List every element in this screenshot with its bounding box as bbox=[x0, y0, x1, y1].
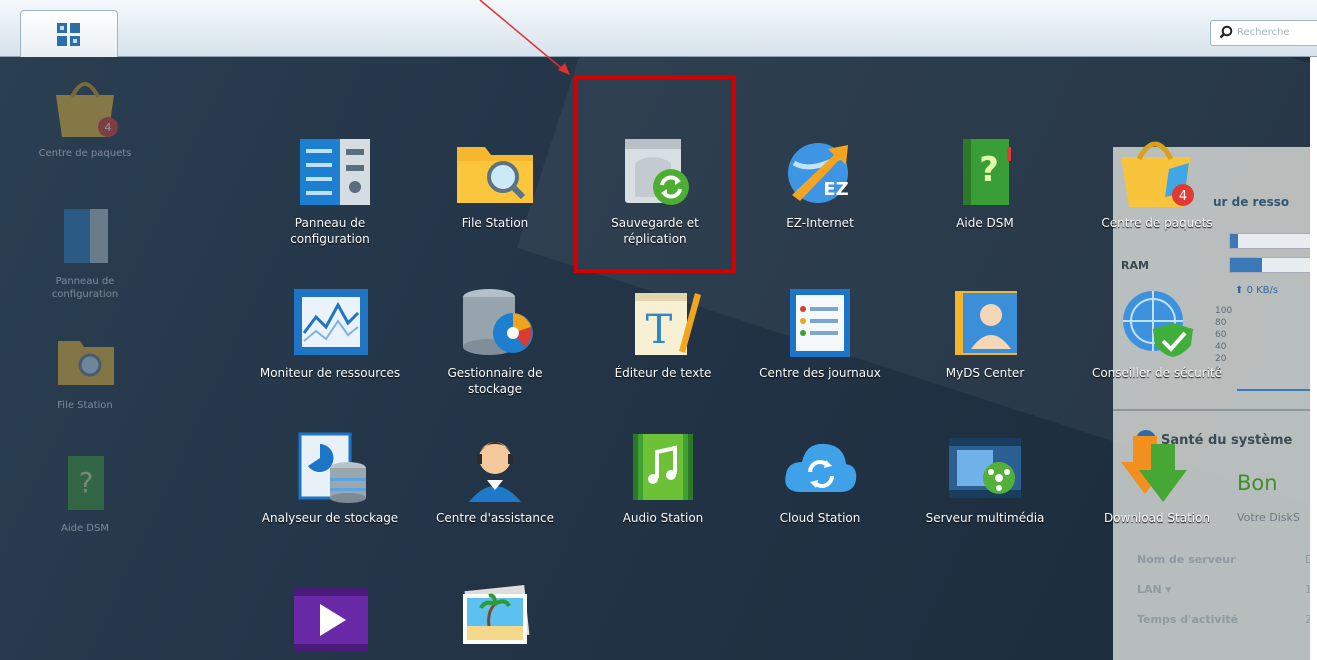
row-value: 1 bbox=[1305, 583, 1310, 596]
app-label: File Station bbox=[461, 216, 529, 230]
desktop-shortcut-label: Aide DSM bbox=[61, 523, 109, 534]
app-label: Download Station bbox=[1103, 511, 1211, 525]
dsm-help-icon: ? bbox=[68, 456, 104, 510]
file-station-icon bbox=[457, 147, 533, 203]
app-security-advisor[interactable]: Conseiller de sécurité bbox=[1082, 287, 1232, 381]
app-label: Aide DSM bbox=[956, 216, 1014, 230]
app-video-station[interactable] bbox=[255, 584, 405, 660]
app-label: Centre des journaux bbox=[759, 366, 881, 380]
svg-text:4: 4 bbox=[1179, 189, 1187, 204]
taskbar: Recherche bbox=[0, 0, 1317, 57]
app-cloud-station[interactable]: Cloud Station bbox=[745, 432, 895, 526]
app-label: Serveur multimédia bbox=[925, 511, 1045, 525]
app-audio-station[interactable]: Audio Station bbox=[588, 432, 738, 526]
desktop-shortcut-label: Panneau de configuration bbox=[51, 276, 119, 300]
cloud-station-icon bbox=[785, 443, 857, 492]
photo-station-icon bbox=[463, 585, 530, 644]
ez-internet-icon: EZ bbox=[788, 143, 849, 203]
app-storage-analyzer[interactable]: Analyseur de stockage bbox=[255, 432, 405, 526]
audio-station-icon bbox=[633, 434, 693, 500]
log-center-icon bbox=[790, 289, 850, 357]
resource-monitor-icon bbox=[294, 289, 368, 355]
app-label: Gestionnaire de stockage bbox=[447, 366, 543, 396]
svg-text:T: T bbox=[646, 307, 673, 353]
app-media-server[interactable]: Serveur multimédia bbox=[910, 432, 1060, 526]
row-key: Nom de serveur bbox=[1137, 553, 1236, 566]
desktop-shortcut-control-panel[interactable]: Panneau de configuration bbox=[30, 205, 140, 301]
app-photo-station[interactable] bbox=[420, 584, 570, 660]
desktop-shortcut-package-center[interactable]: 4 Centre de paquets bbox=[30, 77, 140, 160]
search-input[interactable]: Recherche bbox=[1210, 20, 1317, 46]
row-value: 2 bbox=[1305, 613, 1310, 626]
app-label: Analyseur de stockage bbox=[261, 511, 399, 525]
ram-bar bbox=[1229, 257, 1310, 273]
storage-manager-icon bbox=[463, 289, 533, 355]
app-label: Centre de paquets bbox=[1101, 216, 1213, 230]
text-editor-icon: T bbox=[635, 293, 701, 355]
svg-text:EZ: EZ bbox=[823, 179, 848, 200]
storage-analyzer-icon bbox=[298, 432, 366, 503]
app-control-panel[interactable]: Panneau de configuration bbox=[255, 137, 405, 247]
app-resource-monitor[interactable]: Moniteur de ressources bbox=[255, 287, 405, 381]
app-dsm-help[interactable]: ? Aide DSM bbox=[910, 137, 1060, 231]
security-advisor-icon bbox=[1123, 291, 1193, 357]
app-myds-center[interactable]: MyDS Center bbox=[910, 287, 1060, 381]
app-label: Éditeur de texte bbox=[614, 366, 712, 380]
row-key: Temps d'activité bbox=[1137, 613, 1239, 626]
app-label: Moniteur de ressources bbox=[259, 366, 401, 380]
package-center-icon: 4 bbox=[56, 82, 118, 137]
control-panel-icon bbox=[300, 139, 370, 205]
app-ez-internet[interactable]: EZ EZ-Internet bbox=[745, 137, 895, 231]
app-text-editor[interactable]: T Éditeur de texte bbox=[588, 287, 738, 381]
svg-text:?: ? bbox=[979, 150, 999, 190]
app-log-center[interactable]: Centre des journaux bbox=[745, 287, 895, 381]
app-package-center[interactable]: 4 Centre de paquets bbox=[1082, 137, 1232, 231]
support-center-icon bbox=[469, 442, 521, 502]
search-icon bbox=[1219, 25, 1233, 39]
svg-text:?: ? bbox=[79, 466, 94, 499]
desktop-shortcut-label: File Station bbox=[57, 400, 113, 411]
annotation-highlight-box bbox=[574, 75, 736, 273]
widget-ram-label: RAM bbox=[1121, 259, 1149, 272]
search-placeholder: Recherche bbox=[1237, 27, 1290, 38]
myds-center-icon bbox=[955, 291, 1017, 355]
main-menu-button[interactable] bbox=[20, 10, 118, 57]
desktop-shortcut-dsm-help[interactable]: ? Aide DSM bbox=[30, 452, 140, 535]
app-file-station[interactable]: File Station bbox=[420, 137, 570, 231]
cpu-bar bbox=[1229, 233, 1310, 249]
media-server-icon bbox=[949, 438, 1021, 498]
control-panel-icon bbox=[64, 209, 108, 263]
app-label: Cloud Station bbox=[779, 511, 861, 525]
app-label: EZ-Internet bbox=[786, 216, 854, 230]
video-station-icon bbox=[294, 588, 368, 652]
desktop-shortcut-label: Centre de paquets bbox=[38, 148, 132, 159]
health-status-detail: Votre DiskS bbox=[1237, 511, 1300, 524]
app-label: Centre d'assistance bbox=[436, 511, 554, 525]
download-station-icon bbox=[1121, 436, 1187, 502]
app-support-center[interactable]: Centre d'assistance bbox=[420, 432, 570, 526]
svg-text:4: 4 bbox=[105, 121, 112, 134]
dsm-screen: Recherche 4 Centre de paquets Panneau de… bbox=[0, 0, 1317, 660]
app-storage-manager[interactable]: Gestionnaire de stockage bbox=[420, 287, 570, 397]
file-station-icon bbox=[58, 341, 114, 385]
dsm-help-icon: ? bbox=[963, 139, 1011, 205]
app-label: Panneau de configuration bbox=[290, 216, 370, 246]
app-label: Audio Station bbox=[622, 511, 704, 525]
row-value: D bbox=[1305, 553, 1310, 566]
main-menu-grid-icon bbox=[57, 23, 80, 46]
graph-line bbox=[1237, 389, 1310, 391]
app-label: MyDS Center bbox=[945, 366, 1025, 380]
package-center-icon: 4 bbox=[1121, 141, 1194, 207]
app-label: Conseiller de sécurité bbox=[1091, 366, 1223, 380]
app-download-station[interactable]: Download Station bbox=[1082, 432, 1232, 526]
health-status: Bon bbox=[1237, 471, 1278, 495]
desktop-shortcut-file-station[interactable]: File Station bbox=[30, 329, 140, 412]
row-key: LAN ▾ bbox=[1137, 583, 1172, 596]
net-speed: ⬆ 0 KB/s bbox=[1235, 285, 1279, 296]
